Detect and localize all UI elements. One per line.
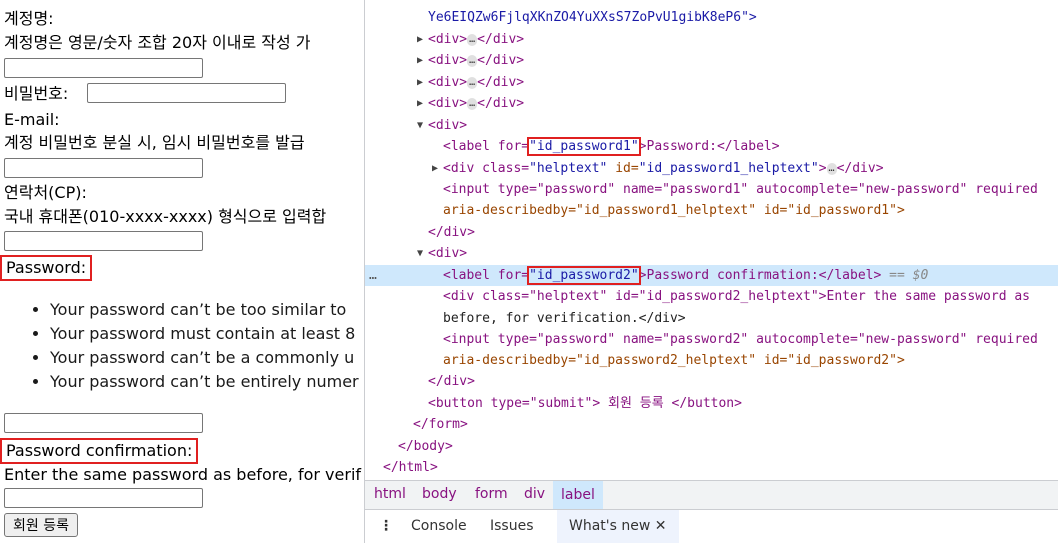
dom-line[interactable]: Ye6EIQZw6FjlqXKnZO4YuXXsS7ZoPvU1gibK8eP6…: [365, 7, 1058, 28]
ellipsis-icon[interactable]: …: [467, 76, 478, 89]
dom-node-close-body[interactable]: </body>: [365, 436, 1058, 457]
phone-label: 연락처(CP):: [4, 183, 87, 202]
ellipsis-icon[interactable]: …: [467, 97, 478, 110]
breadcrumb-html[interactable]: html: [374, 486, 406, 502]
ellipsis-icon[interactable]: …: [467, 33, 478, 46]
ellipsis-icon[interactable]: …: [467, 54, 478, 67]
more-options-icon[interactable]: …: [369, 265, 377, 286]
email-label: E-mail:: [4, 110, 60, 129]
password1-input[interactable]: [4, 413, 203, 433]
dom-node-close-div[interactable]: </div>: [365, 222, 1058, 243]
password-help-item: Your password can’t be a commonly u: [50, 346, 359, 370]
breadcrumb-label[interactable]: label: [553, 481, 603, 510]
dom-node-input-password1[interactable]: <input type="password" name="password1" …: [365, 179, 1058, 200]
expand-triangle-icon[interactable]: ▶: [417, 93, 423, 114]
email-input[interactable]: [4, 158, 203, 178]
for-attribute-highlight: "id_password2": [527, 266, 641, 285]
dom-node-input-password2-cont[interactable]: aria-describedby="id_password2_helptext"…: [365, 350, 1058, 371]
dom-node-label-password1[interactable]: <label for="id_password1">Password:</lab…: [365, 136, 1058, 157]
drawer-menu-icon[interactable]: ⋮: [379, 518, 393, 534]
dom-node-helptext2[interactable]: <div class="helptext" id="id_password2_h…: [365, 286, 1058, 307]
dom-node-div[interactable]: ▼ <div>: [365, 243, 1058, 264]
account-help-text: 계정명은 영문/숫자 조합 20자 이내로 작성 가: [4, 33, 311, 52]
dom-node-label-password2-selected[interactable]: … <label for="id_password2">Password con…: [365, 265, 1058, 286]
password2-input[interactable]: [4, 488, 203, 508]
submit-button[interactable]: 회원 등록: [4, 513, 78, 537]
password2-label: Password confirmation:: [0, 438, 199, 464]
dom-node-close-form[interactable]: </form>: [365, 414, 1058, 435]
password-help-item: Your password must contain at least 8: [50, 322, 359, 346]
elements-tree: Ye6EIQZw6FjlqXKnZO4YuXXsS7ZoPvU1gibK8eP6…: [365, 0, 1058, 480]
dom-node-div-collapsed[interactable]: ▶ <div>… </div>: [365, 29, 1058, 50]
dom-node-div[interactable]: ▼ <div>: [365, 115, 1058, 136]
password2-help-text: Enter the same password as before, for v…: [4, 465, 362, 484]
email-help-text: 계정 비밀번호 분실 시, 임시 비밀번호를 발급: [4, 133, 305, 152]
dom-node-div-collapsed[interactable]: ▶ <div>… </div>: [365, 72, 1058, 93]
account-input[interactable]: [4, 58, 203, 78]
expand-triangle-icon[interactable]: ▶: [417, 29, 423, 50]
dom-node-close-html[interactable]: </html>: [365, 457, 1058, 478]
password-help-item: Your password can’t be too similar to: [50, 298, 359, 322]
dom-node-input-password1-cont[interactable]: aria-describedby="id_password1_helptext"…: [365, 200, 1058, 221]
dom-node-input-password2[interactable]: <input type="password" name="password2" …: [365, 329, 1058, 350]
expand-triangle-icon[interactable]: ▶: [417, 50, 423, 71]
tab-issues[interactable]: Issues: [490, 518, 534, 534]
password-inline-label: 비밀번호:: [4, 84, 69, 103]
password-inline-input[interactable]: [87, 83, 286, 103]
breadcrumb-form[interactable]: form: [475, 486, 508, 502]
dom-node-helptext2-cont[interactable]: before, for verification.</div>: [365, 308, 1058, 329]
expand-triangle-icon[interactable]: ▶: [432, 158, 438, 179]
collapse-triangle-icon[interactable]: ▼: [417, 243, 423, 264]
dom-node-button[interactable]: <button type="submit"> 회원 등록 </button>: [365, 393, 1058, 414]
password-help-item: Your password can’t be entirely numer: [50, 370, 359, 394]
phone-help-text: 국내 휴대폰(010-xxxx-xxxx) 형식으로 입력합: [4, 207, 327, 226]
breadcrumb-body[interactable]: body: [422, 486, 457, 502]
web-page: 계정명: 계정명은 영문/숫자 조합 20자 이내로 작성 가 비밀번호: E-…: [0, 0, 364, 543]
password-label: Password:: [0, 255, 93, 281]
breadcrumb: html body form div label: [365, 480, 1058, 510]
expand-triangle-icon[interactable]: ▶: [417, 72, 423, 93]
collapse-triangle-icon[interactable]: ▼: [417, 115, 423, 136]
selected-node-marker: == $0: [889, 268, 929, 283]
dom-node-helptext-div[interactable]: ▶ <div class="helptext" id="id_password1…: [365, 158, 1058, 179]
password-help-list: Your password can’t be too similar to Yo…: [0, 298, 359, 394]
dom-node-div-collapsed[interactable]: ▶ <div>… </div>: [365, 50, 1058, 71]
close-icon[interactable]: ✕: [655, 518, 667, 534]
account-label: 계정명:: [4, 9, 54, 28]
devtools-panel: Ye6EIQZw6FjlqXKnZO4YuXXsS7ZoPvU1gibK8eP6…: [364, 0, 1058, 543]
dom-node-close-div[interactable]: </div>: [365, 371, 1058, 392]
tab-console[interactable]: Console: [411, 518, 467, 534]
drawer-tabbar: ⋮ Console Issues What's new ✕: [365, 509, 1058, 543]
for-attribute-highlight: "id_password1": [527, 137, 641, 156]
tab-whats-new[interactable]: What's new ✕: [557, 510, 679, 543]
phone-input[interactable]: [4, 231, 203, 251]
breadcrumb-div[interactable]: div: [524, 486, 545, 502]
tab-whats-new-label: What's new: [569, 518, 651, 534]
ellipsis-icon[interactable]: …: [826, 162, 837, 175]
dom-node-div-collapsed[interactable]: ▶ <div>… </div>: [365, 93, 1058, 114]
